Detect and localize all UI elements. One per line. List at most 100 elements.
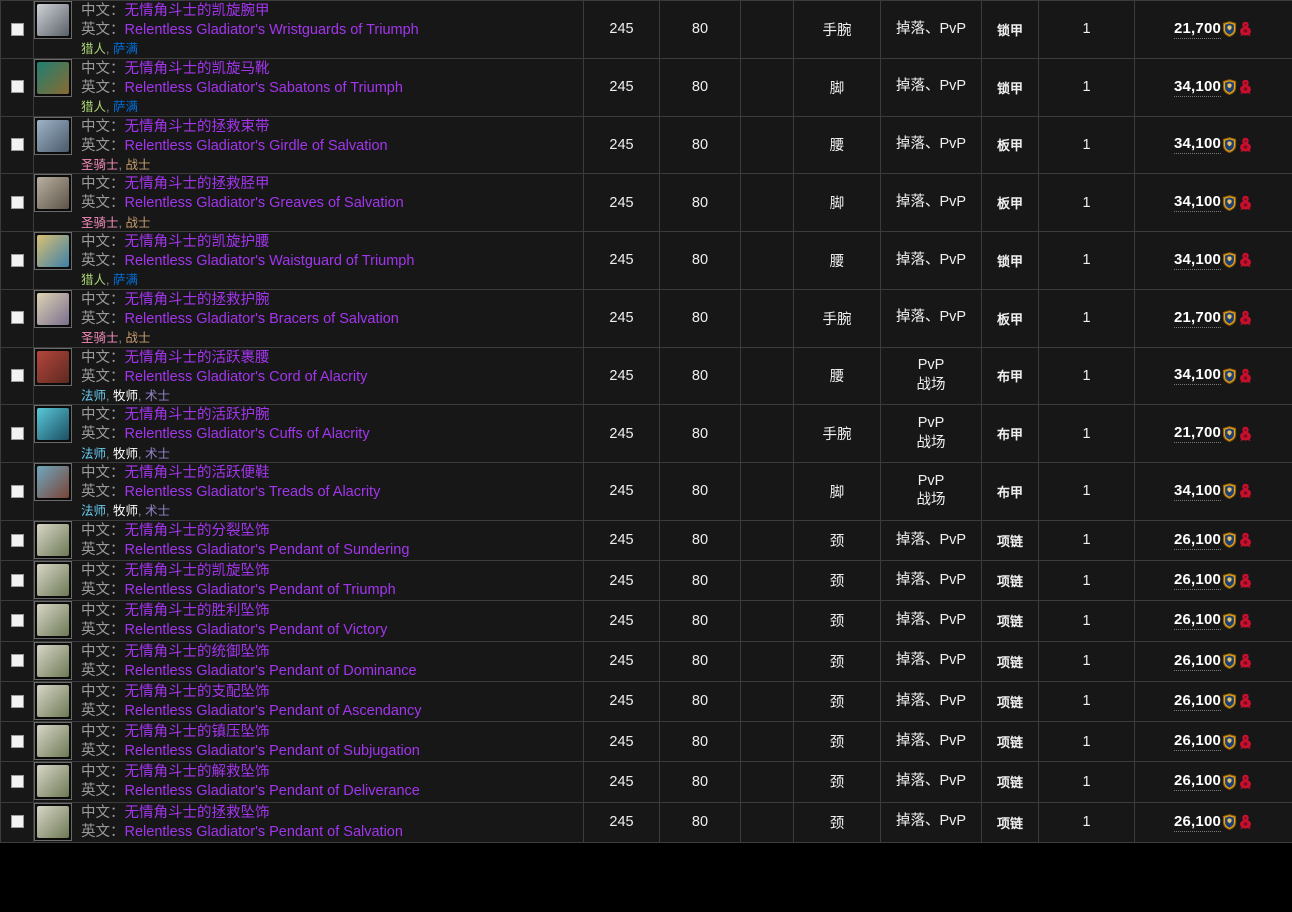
- item-icon[interactable]: [34, 520, 72, 559]
- class-name[interactable]: 牧师: [113, 504, 138, 518]
- item-name-en[interactable]: Relentless Gladiator's Pendant of Salvat…: [125, 824, 403, 840]
- class-name[interactable]: 术士: [145, 447, 170, 461]
- row-select-cell[interactable]: [0, 116, 34, 174]
- class-name[interactable]: 法师: [81, 504, 106, 518]
- item-name-en[interactable]: Relentless Gladiator's Cuffs of Alacrity: [125, 426, 370, 442]
- item-name-cn[interactable]: 无情角斗士的凯旋坠饰: [125, 563, 270, 579]
- item-name-en[interactable]: Relentless Gladiator's Pendant of Triump…: [125, 582, 396, 598]
- table-row[interactable]: 中文：无情角斗士的胜利坠饰 英文：Relentless Gladiator's P…: [0, 600, 1292, 641]
- item-icon[interactable]: [34, 1, 72, 39]
- item-name-cn[interactable]: 无情角斗士的活跃便鞋: [125, 465, 270, 481]
- item-icon[interactable]: [34, 232, 72, 270]
- checkbox-icon[interactable]: [10, 426, 24, 440]
- table-row[interactable]: 中文：无情角斗士的支配坠饰 英文：Relentless Gladiator's P…: [0, 681, 1292, 722]
- item-name-en[interactable]: Relentless Gladiator's Pendant of Domina…: [125, 663, 417, 679]
- item-icon[interactable]: [34, 347, 72, 386]
- checkbox-icon[interactable]: [10, 253, 24, 267]
- checkbox-icon[interactable]: [10, 533, 24, 547]
- item-name-en[interactable]: Relentless Gladiator's Sabatons of Trium…: [125, 80, 403, 96]
- row-select-cell[interactable]: [0, 347, 34, 405]
- row-select-cell[interactable]: [0, 560, 34, 601]
- item-icon[interactable]: [34, 601, 72, 640]
- checkbox-icon[interactable]: [10, 80, 24, 94]
- class-name[interactable]: 战士: [125, 331, 150, 345]
- row-select-cell[interactable]: [0, 0, 34, 59]
- checkbox-icon[interactable]: [10, 734, 24, 748]
- checkbox-icon[interactable]: [10, 694, 24, 708]
- item-icon[interactable]: [34, 802, 72, 841]
- item-icon[interactable]: [34, 561, 72, 599]
- row-select-cell[interactable]: [0, 289, 34, 347]
- checkbox-icon[interactable]: [10, 815, 24, 829]
- class-name[interactable]: 圣骑士: [81, 216, 119, 230]
- item-name-cn[interactable]: 无情角斗士的解救坠饰: [125, 764, 270, 780]
- item-name-en[interactable]: Relentless Gladiator's Girdle of Salvati…: [125, 138, 388, 154]
- item-name-en[interactable]: Relentless Gladiator's Waistguard of Tri…: [125, 253, 415, 269]
- item-name-cn[interactable]: 无情角斗士的拯救坠饰: [125, 805, 270, 821]
- item-icon[interactable]: [34, 463, 72, 501]
- table-row[interactable]: 中文：无情角斗士的拯救坠饰 英文：Relentless Gladiator's P…: [0, 802, 1292, 843]
- table-row[interactable]: 中文：无情角斗士的拯救护腕 英文：Relentless Gladiator's B…: [0, 289, 1292, 347]
- class-name[interactable]: 牧师: [113, 389, 138, 403]
- item-icon[interactable]: [34, 681, 72, 720]
- item-name-cn[interactable]: 无情角斗士的活跃护腕: [125, 407, 270, 423]
- table-row[interactable]: 中文：无情角斗士的拯救胫甲 英文：Relentless Gladiator's G…: [0, 173, 1292, 232]
- table-row[interactable]: 中文：无情角斗士的凯旋护腰 英文：Relentless Gladiator's W…: [0, 231, 1292, 290]
- table-row[interactable]: 中文：无情角斗士的凯旋坠饰 英文：Relentless Gladiator's P…: [0, 560, 1292, 601]
- row-select-cell[interactable]: [0, 681, 34, 722]
- item-name-en[interactable]: Relentless Gladiator's Bracers of Salvat…: [125, 311, 399, 327]
- item-name-en[interactable]: Relentless Gladiator's Pendant of Ascend…: [125, 703, 422, 719]
- item-name-cn[interactable]: 无情角斗士的胜利坠饰: [125, 603, 270, 619]
- checkbox-icon[interactable]: [10, 614, 24, 628]
- class-name[interactable]: 圣骑士: [81, 331, 119, 345]
- item-name-en[interactable]: Relentless Gladiator's Pendant of Delive…: [125, 783, 420, 799]
- checkbox-icon[interactable]: [10, 195, 24, 209]
- checkbox-icon[interactable]: [10, 573, 24, 587]
- item-icon[interactable]: [34, 762, 72, 801]
- row-select-cell[interactable]: [0, 520, 34, 561]
- class-name[interactable]: 法师: [81, 447, 106, 461]
- table-row[interactable]: 中文：无情角斗士的解救坠饰 英文：Relentless Gladiator's P…: [0, 761, 1292, 802]
- item-name-cn[interactable]: 无情角斗士的凯旋腕甲: [125, 3, 270, 19]
- item-name-en[interactable]: Relentless Gladiator's Greaves of Salvat…: [125, 195, 404, 211]
- class-name[interactable]: 萨满: [113, 100, 138, 114]
- row-select-cell[interactable]: [0, 404, 34, 463]
- checkbox-icon[interactable]: [10, 775, 24, 789]
- item-name-cn[interactable]: 无情角斗士的镇压坠饰: [125, 724, 270, 740]
- item-name-cn[interactable]: 无情角斗士的拯救胫甲: [125, 176, 270, 192]
- item-name-cn[interactable]: 无情角斗士的活跃裹腰: [125, 350, 270, 366]
- class-name[interactable]: 术士: [145, 504, 170, 518]
- item-name-cn[interactable]: 无情角斗士的凯旋护腰: [125, 234, 270, 250]
- table-row[interactable]: 中文：无情角斗士的镇压坠饰 英文：Relentless Gladiator's P…: [0, 721, 1292, 762]
- item-icon[interactable]: [34, 405, 72, 444]
- checkbox-icon[interactable]: [10, 311, 24, 325]
- class-name[interactable]: 牧师: [113, 447, 138, 461]
- table-row[interactable]: 中文：无情角斗士的拯救束带 英文：Relentless Gladiator's G…: [0, 116, 1292, 174]
- table-row[interactable]: 中文：无情角斗士的分裂坠饰 英文：Relentless Gladiator's P…: [0, 520, 1292, 561]
- row-select-cell[interactable]: [0, 761, 34, 802]
- class-name[interactable]: 战士: [125, 158, 150, 172]
- item-name-en[interactable]: Relentless Gladiator's Treads of Alacrit…: [125, 484, 381, 500]
- class-name[interactable]: 术士: [145, 389, 170, 403]
- checkbox-icon[interactable]: [10, 138, 24, 152]
- checkbox-icon[interactable]: [10, 369, 24, 383]
- item-name-cn[interactable]: 无情角斗士的拯救束带: [125, 119, 270, 135]
- item-name-en[interactable]: Relentless Gladiator's Cord of Alacrity: [125, 369, 368, 385]
- row-select-cell[interactable]: [0, 721, 34, 762]
- class-name[interactable]: 猎人: [81, 42, 106, 56]
- item-name-cn[interactable]: 无情角斗士的统御坠饰: [125, 644, 270, 660]
- item-icon[interactable]: [34, 174, 72, 213]
- table-row[interactable]: 中文：无情角斗士的活跃便鞋 英文：Relentless Gladiator's T…: [0, 462, 1292, 521]
- item-icon[interactable]: [34, 289, 72, 328]
- item-name-en[interactable]: Relentless Gladiator's Pendant of Subjug…: [125, 743, 420, 759]
- table-row[interactable]: 中文：无情角斗士的活跃护腕 英文：Relentless Gladiator's C…: [0, 404, 1292, 463]
- class-name[interactable]: 法师: [81, 389, 106, 403]
- checkbox-icon[interactable]: [10, 484, 24, 498]
- row-select-cell[interactable]: [0, 802, 34, 843]
- item-name-cn[interactable]: 无情角斗士的分裂坠饰: [125, 523, 270, 539]
- class-name[interactable]: 圣骑士: [81, 158, 119, 172]
- row-select-cell[interactable]: [0, 600, 34, 641]
- item-name-en[interactable]: Relentless Gladiator's Pendant of Sunder…: [125, 542, 410, 558]
- item-name-cn[interactable]: 无情角斗士的拯救护腕: [125, 292, 270, 308]
- row-select-cell[interactable]: [0, 462, 34, 521]
